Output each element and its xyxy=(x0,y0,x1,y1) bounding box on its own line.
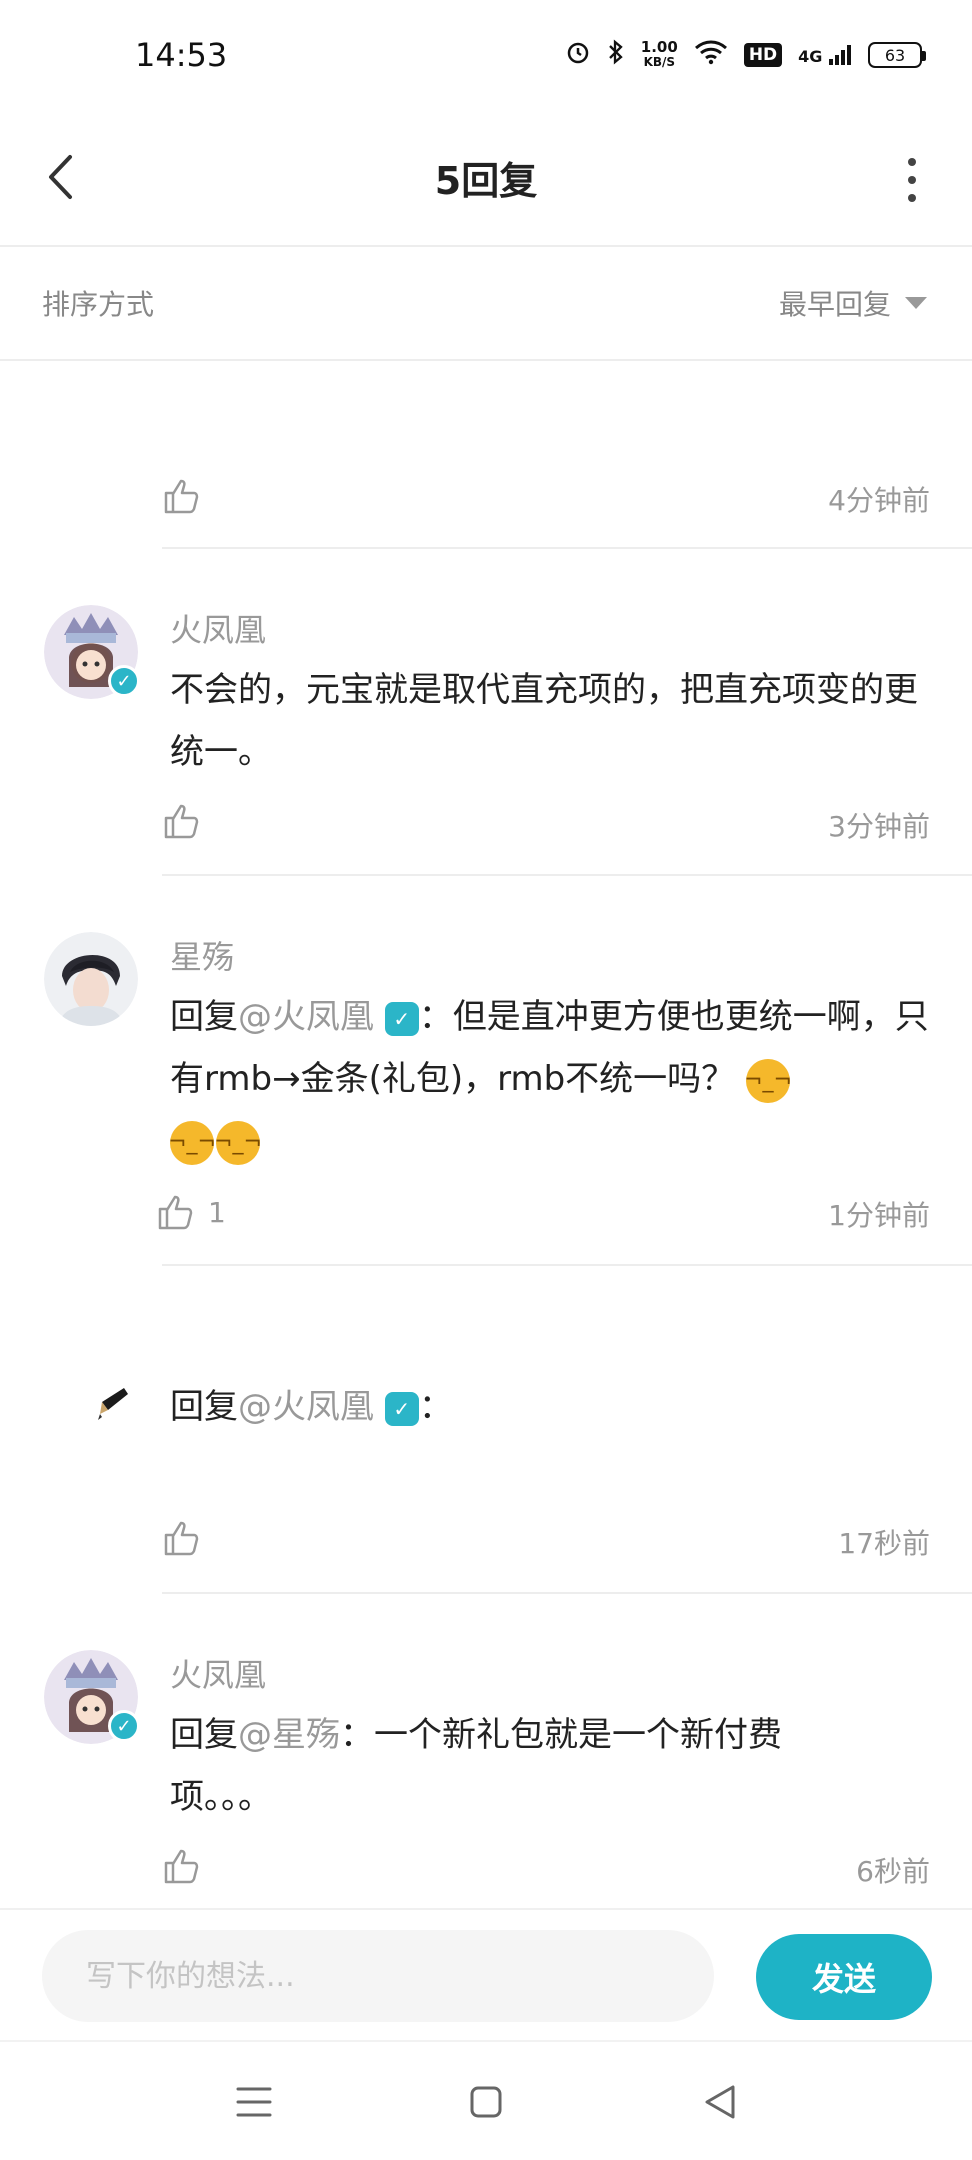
reply-item: 回复@火凤凰 ✓： 17秒前 xyxy=(0,1266,972,1594)
verified-badge-icon: ✓ xyxy=(108,665,140,697)
status-time: 14:53 xyxy=(135,36,228,74)
thumbs-up-icon xyxy=(164,1521,199,1556)
sort-selected: 最早回复 xyxy=(778,288,891,321)
more-vertical-icon xyxy=(908,158,916,166)
thumbs-up-icon xyxy=(158,1195,193,1230)
signal-indicator: 4G xyxy=(798,44,852,66)
reply-content: 回复@火凤凰 ✓ ：但是直冲更方便也更统一啊，只有rmb→金条(礼包)，rmb不统… xyxy=(168,986,930,1172)
reply-time: 4分钟前 xyxy=(828,484,930,517)
mention-link[interactable]: @星殇 xyxy=(238,1715,340,1755)
battery-level: 63 xyxy=(884,45,906,65)
reply-time: 3分钟前 xyxy=(828,810,930,843)
reply-item: 4分钟前 xyxy=(0,361,972,549)
like-button[interactable] xyxy=(162,476,214,516)
wifi-icon xyxy=(694,39,728,71)
reply-item: ✓ 火凤凰 不会的，元宝就是取代直充项的，把直充项变的更统一。 3分钟前 xyxy=(0,549,972,876)
more-dot xyxy=(908,194,916,202)
thumbs-up-icon xyxy=(164,804,199,839)
more-dot xyxy=(908,176,916,184)
alarm-icon xyxy=(565,39,591,71)
avatar[interactable] xyxy=(44,932,138,1026)
page-title: 5回复 xyxy=(434,159,538,203)
reply-content: 不会的，元宝就是取代直充项的，把直充项变的更统一。 xyxy=(170,670,918,772)
back-triangle-icon xyxy=(705,2085,735,2119)
verified-badge-icon: ✓ xyxy=(384,1391,419,1426)
title-bar: 5回复 xyxy=(0,110,972,247)
sort-dropdown[interactable]: 最早回复 xyxy=(779,283,927,323)
net-speed-unit: KB/S xyxy=(643,55,676,69)
reply-prefix: 回复 xyxy=(170,997,238,1037)
menu-icon xyxy=(236,2087,272,2117)
thumbs-up-icon xyxy=(164,1849,199,1884)
home-square-icon xyxy=(470,2086,502,2118)
reply-prefix: 回复 xyxy=(170,1387,238,1427)
avatar[interactable]: ✓ xyxy=(44,1650,140,1744)
avatar-image xyxy=(44,932,138,1026)
like-count: 1 xyxy=(208,1195,226,1229)
sort-label: 排序方式 xyxy=(42,288,155,321)
system-back-button[interactable] xyxy=(698,2080,742,2124)
status-icons: 1.00 KB/S HD 4G 63 xyxy=(565,39,926,71)
mention-link[interactable]: @火凤凰 xyxy=(238,1387,374,1427)
comment-composer: 发送 xyxy=(0,1908,972,2040)
comment-input[interactable] xyxy=(42,1930,714,2022)
reply-content: 回复@星殇：一个新礼包就是一个新付费项。。。 xyxy=(170,1704,850,1828)
signal-label: 4G xyxy=(798,47,823,66)
sort-bar: 排序方式 最早回复 xyxy=(0,247,972,361)
net-speed: 1.00 KB/S xyxy=(641,40,678,70)
unamused-face-emoji: ¬_¬ xyxy=(744,1058,792,1103)
send-button[interactable]: 发送 xyxy=(756,1934,932,2020)
like-button[interactable]: 1 xyxy=(156,1192,226,1232)
thumbs-up-icon xyxy=(164,479,199,514)
unamused-face-emoji: ¬_¬ xyxy=(214,1120,262,1165)
like-button[interactable] xyxy=(162,1846,214,1886)
mention-link[interactable]: @火凤凰 xyxy=(238,997,374,1037)
reply-time: 17秒前 xyxy=(838,1527,930,1560)
reply-time: 1分钟前 xyxy=(828,1199,930,1232)
bluetooth-icon xyxy=(607,39,625,71)
battery-indicator: 63 xyxy=(868,42,926,68)
reply-text: ： xyxy=(418,1387,453,1427)
net-speed-value: 1.00 xyxy=(640,38,678,56)
username[interactable]: 星殇 xyxy=(170,932,234,978)
dropdown-triangle-icon xyxy=(905,297,927,309)
reply-content: 回复@火凤凰 ✓： xyxy=(170,1376,930,1438)
username[interactable]: 火凤凰 xyxy=(170,605,266,651)
verified-badge-icon: ✓ xyxy=(384,1001,419,1036)
reply-item: 星殇 回复@火凤凰 ✓ ：但是直冲更方便也更统一啊，只有rmb→金条(礼包)，rm… xyxy=(0,876,972,1266)
unamused-face-emoji: ¬_¬ xyxy=(168,1120,216,1165)
system-nav-bar xyxy=(0,2040,972,2160)
reply-time: 6秒前 xyxy=(856,1855,930,1888)
avatar[interactable] xyxy=(44,1366,138,1460)
hd-badge: HD xyxy=(743,43,783,67)
more-options-button[interactable] xyxy=(902,152,922,208)
status-bar: 14:53 1.00 KB/S HD 4G 63 xyxy=(0,0,972,110)
avatar-image xyxy=(44,1366,138,1460)
reply-item: ✓ 火凤凰 回复@星殇：一个新礼包就是一个新付费项。。。 6秒前 xyxy=(0,1594,972,1908)
avatar[interactable]: ✓ xyxy=(44,605,140,699)
reply-prefix: 回复 xyxy=(170,1715,238,1755)
like-button[interactable] xyxy=(162,801,214,841)
menu-button[interactable] xyxy=(232,2080,276,2124)
verified-badge-icon: ✓ xyxy=(108,1710,140,1742)
username[interactable]: 火凤凰 xyxy=(170,1650,266,1696)
home-button[interactable] xyxy=(464,2080,508,2124)
like-button[interactable] xyxy=(162,1518,214,1558)
